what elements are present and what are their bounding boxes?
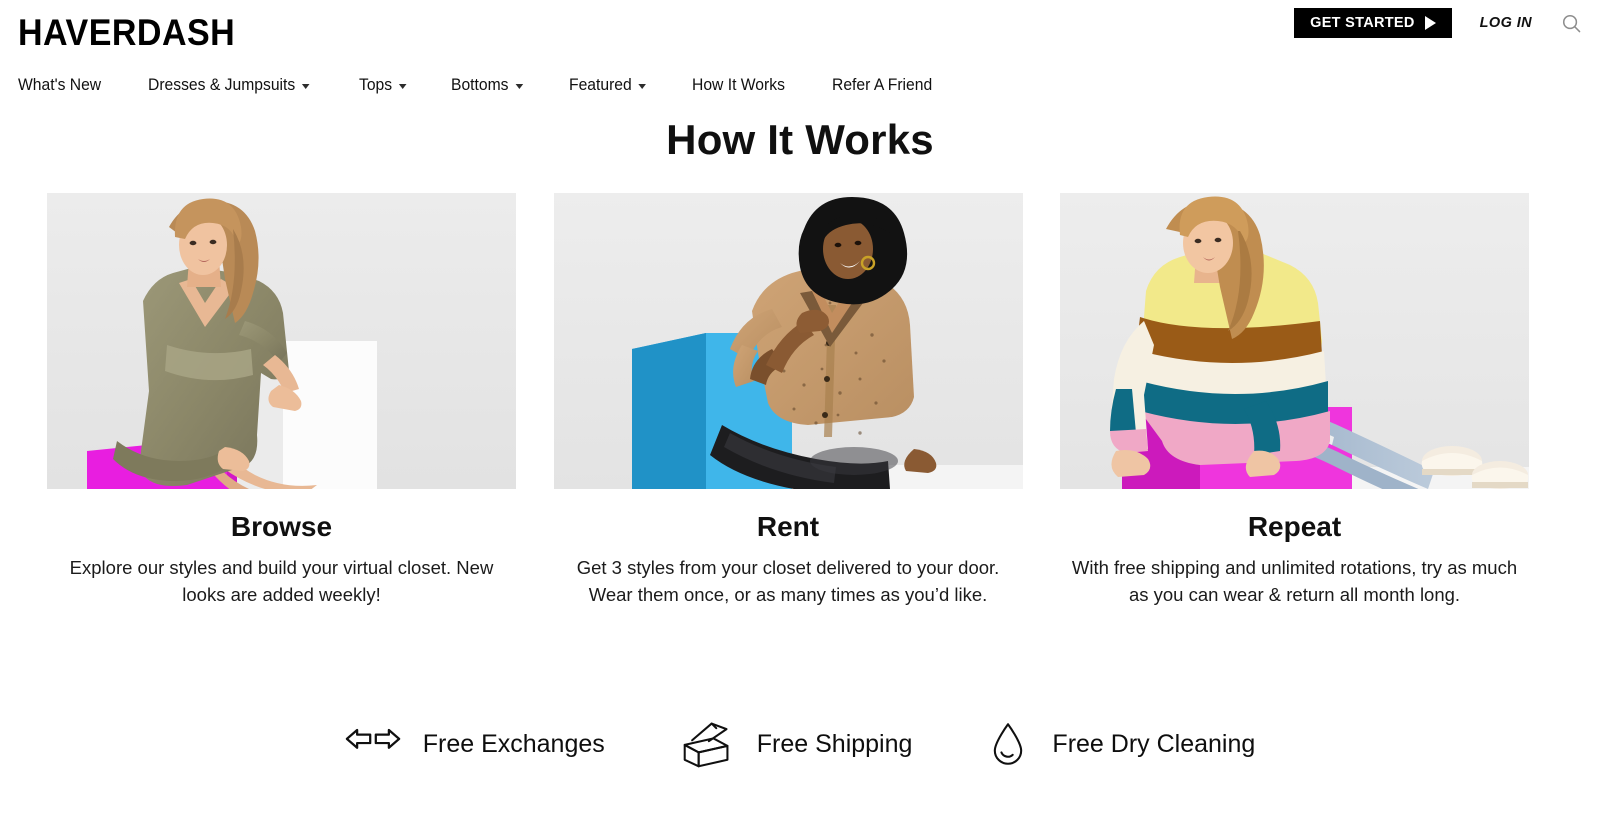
nav-item-tops[interactable]: Tops	[359, 76, 407, 95]
card-repeat: Repeat With free shipping and unlimited …	[1060, 193, 1529, 609]
open-box-icon	[679, 718, 735, 770]
water-droplet-icon	[986, 718, 1030, 770]
play-triangle-icon	[1424, 16, 1436, 30]
nav-item-featured[interactable]: Featured	[569, 76, 646, 95]
photo-repeat-illustration	[1060, 193, 1529, 489]
card-browse: Browse Explore our styles and build your…	[47, 193, 516, 609]
photo-browse-illustration	[47, 193, 516, 489]
nav-label: Featured	[568, 76, 632, 94]
nav-label: What's New	[18, 76, 102, 94]
photo-rent-illustration	[553, 193, 1023, 489]
perks-bar: Free Exchanges Free Shipping Free Dry Cl…	[0, 718, 1600, 770]
nav-item-whats-new[interactable]: What's New	[18, 76, 101, 95]
nav-item-refer-a-friend[interactable]: Refer A Friend	[832, 76, 932, 95]
chevron-down-icon	[638, 84, 646, 89]
site-header: HAVERDASH GET STARTED LOG IN What's New …	[0, 0, 1600, 110]
get-started-button[interactable]: GET STARTED	[1294, 8, 1452, 38]
page-title: How It Works	[666, 116, 934, 163]
nav-label: Bottoms	[451, 76, 509, 94]
perk-free-shipping: Free Shipping	[679, 718, 913, 770]
chevron-down-icon	[515, 84, 524, 89]
card-photo-repeat[interactable]	[1060, 193, 1529, 489]
perk-label: Free Exchanges	[422, 729, 605, 758]
card-description-rent: Get 3 styles from your closet delivered …	[576, 557, 1000, 605]
brand-logo[interactable]: HAVERDASH	[18, 14, 235, 51]
card-photo-rent[interactable]	[553, 193, 1023, 489]
log-in-link[interactable]: LOG IN	[1480, 15, 1532, 31]
chevron-down-icon	[301, 84, 309, 89]
how-it-works-cards: Browse Explore our styles and build your…	[47, 193, 1529, 609]
nav-item-dresses-jumpsuits[interactable]: Dresses & Jumpsuits	[148, 76, 309, 95]
get-started-label: GET STARTED	[1310, 15, 1415, 31]
card-rent: Rent Get 3 styles from your closet deliv…	[553, 193, 1023, 609]
card-title-browse: Browse	[230, 511, 333, 542]
perk-free-dry-cleaning: Free Dry Cleaning	[986, 718, 1255, 770]
card-photo-browse[interactable]	[47, 193, 516, 489]
search-icon[interactable]	[1558, 10, 1584, 36]
card-title-rent: Rent	[756, 511, 820, 542]
nav-item-bottoms[interactable]: Bottoms	[451, 76, 524, 95]
card-description-repeat: With free shipping and unlimited rotatio…	[1071, 557, 1518, 605]
perk-label: Free Dry Cleaning	[1052, 729, 1256, 758]
nav-label: Refer A Friend	[831, 76, 932, 94]
exchange-arrows-icon	[345, 718, 401, 770]
primary-navigation: What's New Dresses & Jumpsuits Tops Bott…	[18, 76, 937, 95]
page-root: HAVERDASH GET STARTED LOG IN What's New …	[0, 0, 1600, 827]
perk-label: Free Shipping	[756, 729, 913, 758]
nav-label: Dresses & Jumpsuits	[147, 76, 295, 94]
nav-label: How It Works	[691, 76, 785, 94]
perk-free-exchanges: Free Exchanges	[345, 718, 605, 770]
nav-item-how-it-works[interactable]: How It Works	[692, 76, 785, 95]
nav-label: Tops	[359, 76, 393, 94]
chevron-down-icon	[399, 84, 407, 89]
card-title-repeat: Repeat	[1247, 511, 1342, 542]
header-actions: GET STARTED LOG IN	[1294, 8, 1586, 38]
card-description-browse: Explore our styles and build your virtua…	[69, 557, 494, 605]
